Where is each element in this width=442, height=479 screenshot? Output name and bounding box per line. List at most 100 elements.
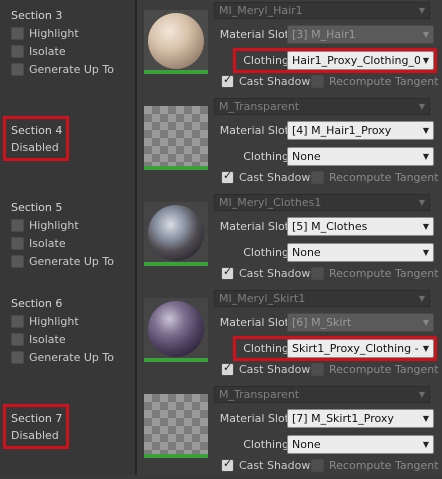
highlight-box [3, 116, 69, 161]
material-name-field[interactable]: MI_Meryl_Hair1 ▼ [214, 2, 430, 19]
thumbnail-bar [144, 166, 208, 170]
material-slot-dropdown[interactable]: [7] M_Skirt1_Proxy ▼ [287, 409, 434, 428]
cast-shadows-checkbox[interactable]: Cast Shadows [221, 361, 316, 377]
highlight-label: Highlight [29, 218, 79, 232]
chevron-down-icon: ▼ [422, 222, 429, 231]
material-slot-label: Material Slot [219, 28, 289, 41]
material-entry: M_Transparent ▼ Material Slot [4] M_Hair… [137, 96, 442, 191]
material-name-field[interactable]: MI_Meryl_Clothes1 ▼ [214, 194, 430, 211]
checkmark-icon[interactable] [221, 457, 234, 472]
material-slot-dropdown[interactable]: [5] M_Clothes ▼ [287, 217, 434, 236]
checkbox-icon[interactable] [11, 254, 24, 268]
chevron-down-icon: ▼ [418, 294, 425, 303]
recompute-tangent-checkbox[interactable]: Recompute Tangent [311, 265, 439, 281]
clothing-value: None [292, 438, 321, 451]
recompute-tangent-checkbox[interactable]: Recompute Tangent [311, 457, 439, 473]
checkbox-icon[interactable] [11, 44, 24, 58]
material-entry: MI_Meryl_Clothes1 ▼ Material Slot [5] M_… [137, 192, 442, 287]
checkbox-icon[interactable] [311, 74, 324, 88]
cast-shadows-checkbox[interactable]: Cast Shadows [221, 265, 316, 281]
cast-shadows-checkbox[interactable]: Cast Shadows [221, 457, 316, 473]
material-name: MI_Meryl_Clothes1 [219, 196, 322, 209]
checkbox-icon[interactable] [11, 350, 24, 364]
checkmark-icon[interactable] [221, 361, 234, 376]
section-title: Section 6 [11, 297, 63, 310]
highlight-checkbox[interactable]: Highlight [11, 217, 79, 233]
highlight-checkbox[interactable]: Highlight [11, 25, 79, 41]
cast-shadows-label: Cast Shadows [239, 458, 317, 472]
chevron-down-icon: ▼ [418, 390, 425, 399]
clothing-label: Clothing [243, 438, 289, 451]
recompute-tangent-checkbox[interactable]: Recompute Tangent [311, 361, 439, 377]
material-sphere [148, 205, 204, 261]
material-thumbnail[interactable] [144, 394, 208, 458]
generate-up-to-checkbox[interactable]: Generate Up To [11, 61, 114, 77]
cast-shadows-label: Cast Shadows [239, 170, 317, 184]
thumbnail-bar [144, 70, 208, 74]
chevron-down-icon: ▼ [418, 102, 425, 111]
thumbnail-bar [144, 262, 208, 266]
checkbox-icon[interactable] [311, 362, 324, 376]
clothing-dropdown[interactable]: None ▼ [287, 147, 434, 166]
material-slot-dropdown[interactable]: [4] M_Hair1_Proxy ▼ [287, 121, 434, 140]
checkbox-icon[interactable] [11, 314, 24, 328]
material-thumbnail[interactable] [144, 298, 208, 362]
recompute-tangent-label: Recompute Tangent [329, 458, 439, 472]
material-slot-label: Material Slot [219, 220, 289, 233]
chevron-down-icon: ▼ [422, 30, 429, 39]
generate-up-to-label: Generate Up To [29, 254, 114, 268]
material-slot-label: Material Slot [219, 316, 289, 329]
material-name-field[interactable]: M_Transparent ▼ [214, 386, 430, 403]
chevron-down-icon: ▼ [422, 414, 429, 423]
checkbox-icon[interactable] [311, 458, 324, 472]
checkbox-icon[interactable] [11, 236, 24, 250]
cast-shadows-checkbox[interactable]: Cast Shadows [221, 169, 316, 185]
chevron-down-icon: ▼ [422, 440, 429, 449]
recompute-tangent-checkbox[interactable]: Recompute Tangent [311, 73, 439, 89]
checkmark-icon[interactable] [221, 169, 234, 184]
material-slot-value: [4] M_Hair1_Proxy [292, 124, 392, 137]
clothing-dropdown[interactable]: None ▼ [287, 243, 434, 262]
checkbox-icon[interactable] [11, 332, 24, 346]
material-thumbnail[interactable] [144, 202, 208, 266]
checkbox-icon[interactable] [11, 26, 24, 40]
material-entry: M_Transparent ▼ Material Slot [7] M_Skir… [137, 384, 442, 479]
isolate-checkbox[interactable]: Isolate [11, 43, 66, 59]
material-slot-value: [6] M_Skirt [292, 316, 352, 329]
material-slot-dropdown[interactable]: [3] M_Hair1 ▼ [287, 25, 434, 44]
material-slot-label: Material Slot [219, 412, 289, 425]
material-thumbnail[interactable] [144, 10, 208, 74]
clothing-value: None [292, 150, 321, 163]
generate-up-to-label: Generate Up To [29, 62, 114, 76]
material-slot-value: [7] M_Skirt1_Proxy [292, 412, 394, 425]
checkbox-icon[interactable] [311, 266, 324, 280]
material-thumbnail[interactable] [144, 106, 208, 170]
clothing-label: Clothing [243, 246, 289, 259]
generate-up-to-checkbox[interactable]: Generate Up To [11, 253, 114, 269]
recompute-tangent-label: Recompute Tangent [329, 74, 439, 88]
isolate-checkbox[interactable]: Isolate [11, 235, 66, 251]
cast-shadows-checkbox[interactable]: Cast Shadows [221, 73, 316, 89]
isolate-checkbox[interactable]: Isolate [11, 331, 66, 347]
highlight-box [233, 336, 437, 361]
material-slot-dropdown[interactable]: [6] M_Skirt ▼ [287, 313, 434, 332]
checkmark-icon[interactable] [221, 73, 234, 88]
checkbox-icon[interactable] [11, 218, 24, 232]
material-sphere [148, 301, 204, 357]
generate-up-to-checkbox[interactable]: Generate Up To [11, 349, 114, 365]
highlight-checkbox[interactable]: Highlight [11, 313, 79, 329]
material-slot-value: [5] M_Clothes [292, 220, 368, 233]
recompute-tangent-checkbox[interactable]: Recompute Tangent [311, 169, 439, 185]
material-name-field[interactable]: M_Transparent ▼ [214, 98, 430, 115]
thumbnail-bar [144, 358, 208, 362]
clothing-dropdown[interactable]: None ▼ [287, 435, 434, 454]
checkbox-icon[interactable] [311, 170, 324, 184]
material-name-field[interactable]: MI_Meryl_Skirt1 ▼ [214, 290, 430, 307]
cast-shadows-label: Cast Shadows [239, 266, 317, 280]
chevron-down-icon: ▼ [418, 6, 425, 15]
thumbnail-bar [144, 454, 208, 458]
checkbox-icon[interactable] [11, 62, 24, 76]
isolate-label: Isolate [29, 236, 66, 250]
chevron-down-icon: ▼ [422, 152, 429, 161]
checkmark-icon[interactable] [221, 265, 234, 280]
